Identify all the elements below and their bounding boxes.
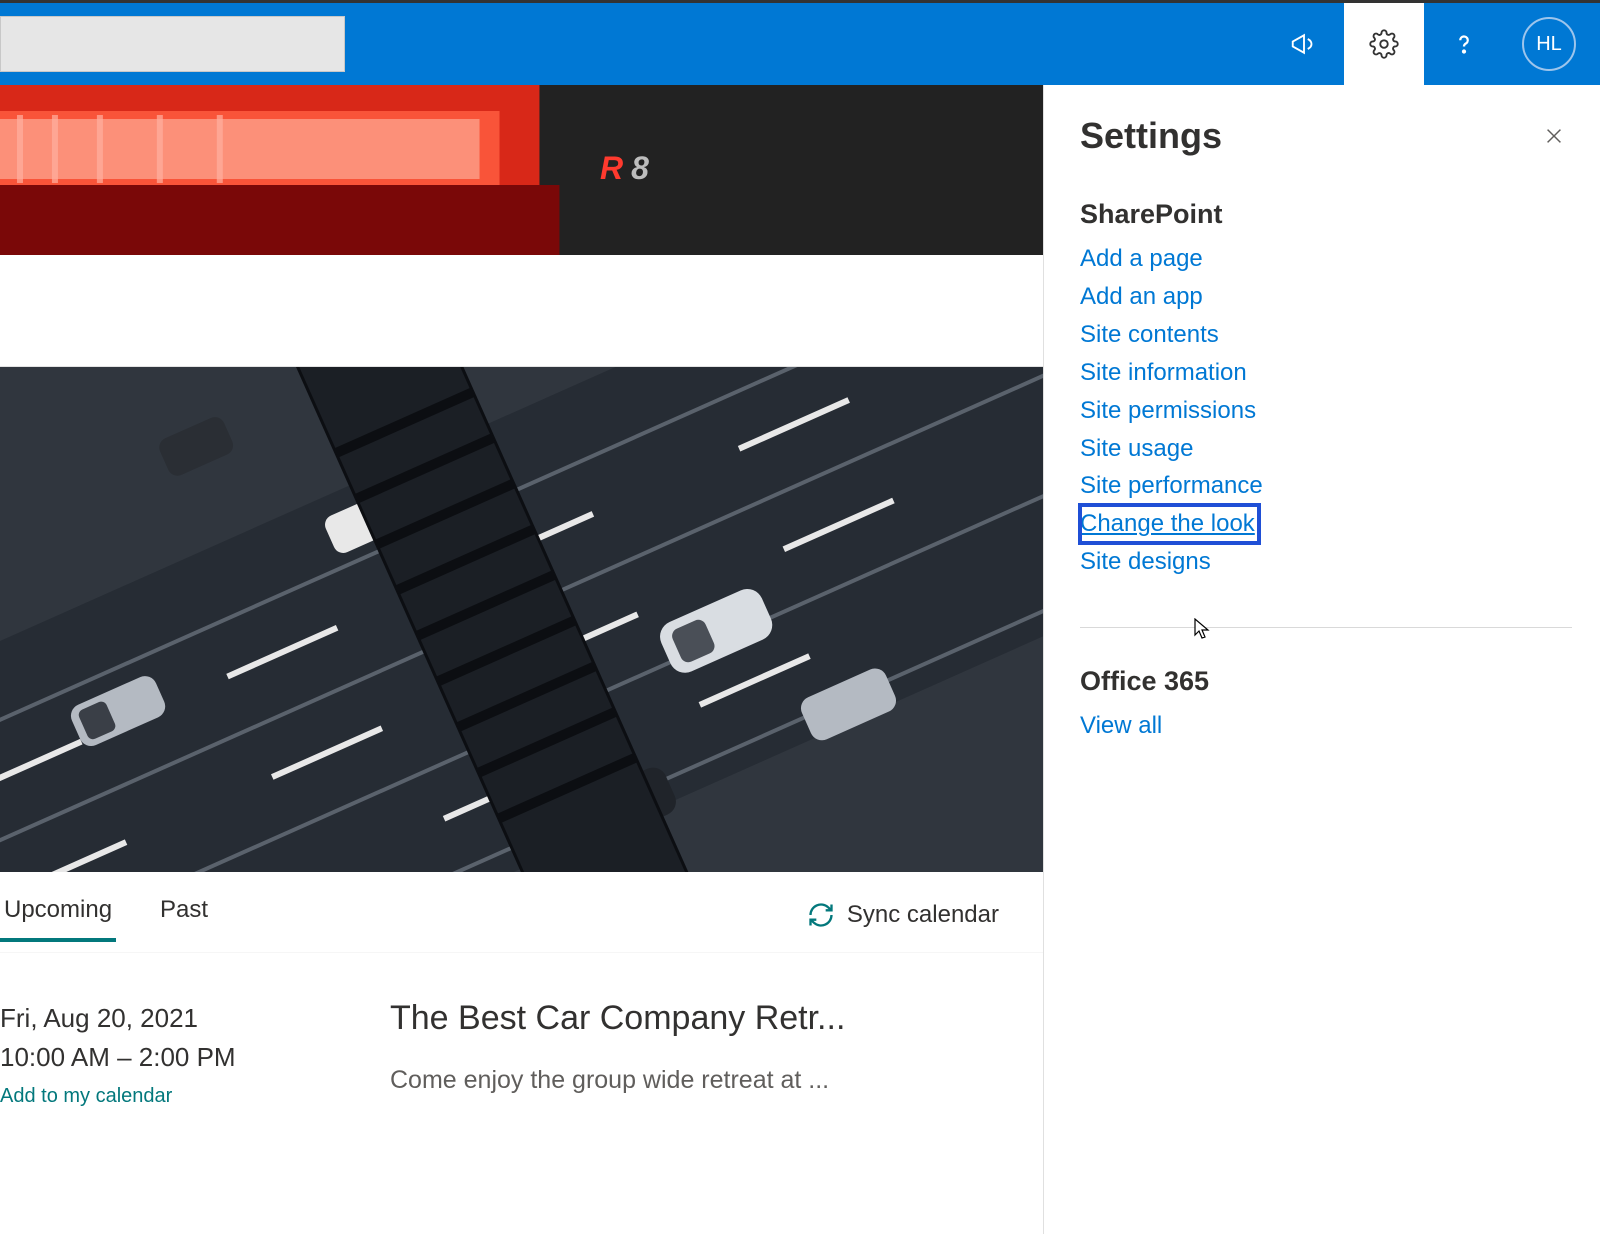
close-icon[interactable]	[1536, 118, 1572, 154]
gear-icon[interactable]	[1344, 3, 1424, 85]
sync-icon	[807, 901, 835, 929]
suite-header: HL	[0, 3, 1600, 85]
tab-upcoming[interactable]: Upcoming	[0, 890, 116, 942]
add-to-calendar-link[interactable]: Add to my calendar	[0, 1085, 390, 1108]
event-datetime: Fri, Aug 20, 2021 10:00 AM – 2:00 PM Add…	[0, 999, 390, 1108]
link-change-the-look[interactable]: Change the look	[1080, 505, 1259, 543]
road-image	[0, 367, 1043, 872]
link-add-app[interactable]: Add an app	[1080, 278, 1572, 316]
link-site-contents[interactable]: Site contents	[1080, 316, 1572, 354]
event-date-line2: 10:00 AM – 2:00 PM	[0, 1038, 390, 1077]
event-date-line1: Fri, Aug 20, 2021	[0, 999, 390, 1038]
panel-title: Settings	[1080, 115, 1222, 157]
avatar[interactable]: HL	[1522, 17, 1576, 71]
link-add-page[interactable]: Add a page	[1080, 240, 1572, 278]
event-description: Come enjoy the group wide retreat at ...	[390, 1066, 1023, 1095]
link-view-all[interactable]: View all	[1080, 707, 1572, 745]
section-office365: Office 365	[1080, 666, 1572, 697]
settings-panel: Settings SharePoint Add a page Add an ap…	[1044, 85, 1600, 1234]
link-site-usage[interactable]: Site usage	[1080, 430, 1572, 468]
megaphone-icon[interactable]	[1264, 3, 1344, 85]
event-title[interactable]: The Best Car Company Retr...	[390, 999, 1023, 1038]
mid-strip	[0, 255, 1043, 367]
section-sharepoint: SharePoint	[1080, 199, 1572, 230]
search-area	[0, 3, 345, 85]
event-body: The Best Car Company Retr... Come enjoy …	[390, 999, 1043, 1108]
hero-badge: RR88	[600, 150, 653, 187]
tab-label: Upcoming	[4, 896, 112, 923]
search-input[interactable]	[0, 16, 345, 72]
hero-banner: RR88	[0, 85, 1043, 255]
avatar-initials: HL	[1536, 33, 1562, 56]
link-site-permissions[interactable]: Site permissions	[1080, 392, 1572, 430]
main-content: RR88	[0, 85, 1044, 1234]
tab-past[interactable]: Past	[156, 890, 212, 940]
events-section: Upcoming Past Sync calendar	[0, 872, 1043, 1108]
sync-label: Sync calendar	[847, 901, 999, 929]
help-icon[interactable]	[1424, 3, 1504, 85]
settings-links: Add a page Add an app Site contents Site…	[1080, 240, 1572, 581]
link-site-performance[interactable]: Site performance	[1080, 467, 1572, 505]
link-site-information[interactable]: Site information	[1080, 354, 1572, 392]
tab-label: Past	[160, 896, 208, 923]
cursor-icon	[1193, 618, 1213, 640]
divider	[1080, 627, 1572, 628]
event-tabs: Upcoming Past	[0, 890, 212, 940]
sync-calendar-button[interactable]: Sync calendar	[807, 901, 999, 929]
top-actions: HL	[1264, 3, 1590, 85]
link-site-designs[interactable]: Site designs	[1080, 543, 1572, 581]
